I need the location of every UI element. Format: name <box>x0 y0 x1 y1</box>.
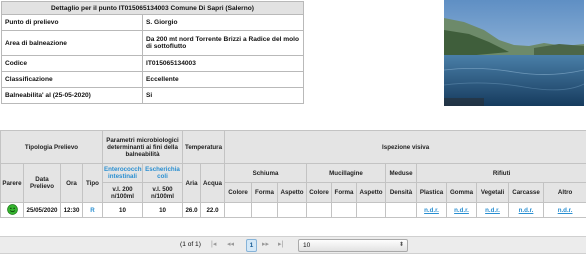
col-escherichia[interactable]: Escherichia coli <box>141 163 184 183</box>
carcasse-link[interactable]: n.d.r. <box>508 202 545 218</box>
beach-photo <box>444 0 584 106</box>
detail-value: IT015065134003 <box>142 55 304 72</box>
altro-link[interactable]: n.d.r. <box>543 202 586 218</box>
schiuma-colore: Colore <box>224 182 253 203</box>
first-page-button[interactable]: |◂ <box>211 240 216 248</box>
select-arrows-icon: ⬍ <box>398 242 404 248</box>
page-count: (1 of 1) <box>180 241 201 248</box>
rifiuti-plastica: Plastica <box>416 182 448 203</box>
col-tipo: Tipo <box>82 163 103 203</box>
col-rifiuti: Rifiuti <box>416 163 586 183</box>
ent-limit: v.l. 200 n/100ml <box>102 182 143 203</box>
prev-page-button[interactable]: ◂◂ <box>227 240 234 248</box>
rows-per-page-select[interactable]: 10 ⬍ <box>298 239 408 252</box>
group-parametri: Parametri microbiologici determinanti ai… <box>101 130 184 164</box>
acqua-cell: 22.0 <box>200 202 226 218</box>
detail-value: Si <box>142 87 304 104</box>
rifiuti-carcasse: Carcasse <box>508 182 545 203</box>
group-tipologia: Tipologia Prelievo <box>0 130 103 164</box>
mucillagine-aspetto: Aspetto <box>356 182 387 203</box>
detail-value: Eccellente <box>142 71 304 88</box>
gomma-link[interactable]: n.d.r. <box>446 202 478 218</box>
empty-cell <box>331 202 358 218</box>
tipo-cell: R <box>82 202 103 218</box>
col-meduse: Meduse <box>385 163 418 183</box>
rifiuti-vegetali: Vegetali <box>476 182 510 203</box>
meduse-densita: Densità <box>385 182 418 203</box>
empty-cell <box>385 202 418 218</box>
detail-label: Classificazione <box>1 71 143 88</box>
detail-label: Balneabilita' al (25-05-2020) <box>1 87 143 104</box>
col-schiuma: Schiuma <box>224 163 308 183</box>
col-parere: Parere <box>0 163 24 203</box>
rifiuti-altro: Altro <box>543 182 586 203</box>
detail-value: Da 200 mt nord Torrente Brizzi a Radice … <box>142 30 304 56</box>
detail-title: Dettaglio per il punto IT015065134003 Co… <box>1 1 304 15</box>
smiley-icon <box>6 203 18 217</box>
paginator: (1 of 1) |◂ ◂◂ 1 ▸▸ ▸| 10 ⬍ <box>0 236 586 254</box>
data-cell: 25/05/2020 <box>23 202 61 218</box>
enterococchi-cell: 10 <box>102 202 143 218</box>
col-enterococchi[interactable]: Enterococchi intestinali <box>102 163 143 183</box>
schiuma-aspetto: Aspetto <box>277 182 308 203</box>
col-mucillagine: Mucillagine <box>306 163 387 183</box>
col-aria: Aria <box>182 163 202 203</box>
detail-table: Dettaglio per il punto IT015065134003 Co… <box>1 1 304 104</box>
col-acqua: Acqua <box>200 163 226 203</box>
next-page-button[interactable]: ▸▸ <box>262 240 269 248</box>
aria-cell: 26.0 <box>182 202 202 218</box>
empty-cell <box>277 202 308 218</box>
detail-label: Codice <box>1 55 143 72</box>
group-ispezione: Ispezione visiva <box>224 130 586 164</box>
page-1-button[interactable]: 1 <box>246 239 257 252</box>
col-data: Data Prelievo <box>23 163 61 203</box>
last-page-button[interactable]: ▸| <box>278 240 283 248</box>
empty-cell <box>356 202 387 218</box>
empty-cell <box>251 202 279 218</box>
schiuma-forma: Forma <box>251 182 279 203</box>
detail-label: Punto di prelievo <box>1 14 143 31</box>
rifiuti-gomma: Gomma <box>446 182 478 203</box>
detail-value: S. Giorgio <box>142 14 304 31</box>
group-temperatura: Temperatura <box>182 130 226 164</box>
esc-limit: v.l. 500 n/100ml <box>141 182 184 203</box>
parere-cell <box>0 202 24 218</box>
empty-cell <box>306 202 333 218</box>
col-ora: Ora <box>60 163 83 203</box>
mucillagine-colore: Colore <box>306 182 333 203</box>
empty-cell <box>224 202 253 218</box>
mucillagine-forma: Forma <box>331 182 358 203</box>
vegetali-link[interactable]: n.d.r. <box>476 202 510 218</box>
detail-label: Area di balneazione <box>1 30 143 56</box>
table-row: 25/05/2020 12:30 R 10 10 26.0 22.0 n.d.r… <box>0 202 586 218</box>
plastica-link[interactable]: n.d.r. <box>416 202 448 218</box>
escherichia-cell: 10 <box>141 202 184 218</box>
rows-per-page-value: 10 <box>303 242 311 249</box>
ora-cell: 12:30 <box>60 202 83 218</box>
samples-table: Tipologia Prelievo Parametri microbiolog… <box>0 130 586 218</box>
